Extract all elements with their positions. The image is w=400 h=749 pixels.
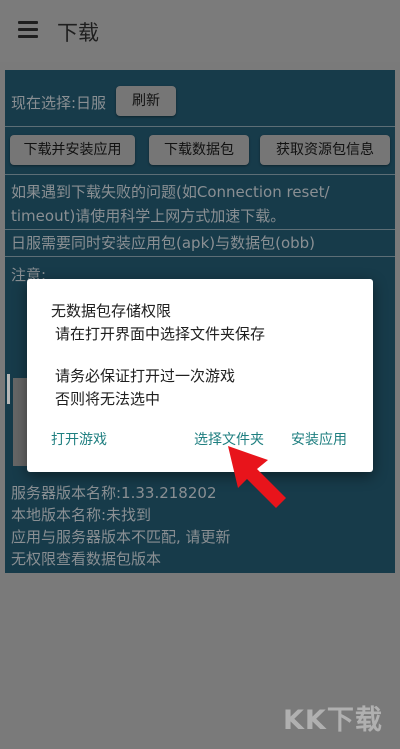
divider [5,126,395,127]
download-data-button[interactable]: 下载数据包 [149,135,249,165]
download-install-app-button[interactable]: 下载并安装应用 [10,135,135,165]
dialog-title: 无数据包存储权限 [51,302,172,320]
red-arrow-icon [228,446,286,508]
permission-dialog: 无数据包存储权限 请在打开界面中选择文件夹保存 请务必保证打开过一次游戏 否则将… [27,279,373,472]
menu-icon[interactable] [18,21,38,39]
selection-label: 现在选择:日服 [11,94,107,112]
dialog-message-2: 请务必保证打开过一次游戏 [55,367,236,385]
divider [5,229,395,230]
scrollbar[interactable] [7,374,10,404]
page-title: 下载 [57,21,99,45]
jp-server-note: 日服需要同时安装应用包(apk)与数据包(obb) [11,234,316,252]
hint-line-1: 如果遇到下载失败的问题(如Connection reset/ [11,183,330,201]
refresh-button[interactable]: 刷新 [116,86,176,116]
open-game-button[interactable]: 打开游戏 [51,429,107,449]
divider [5,174,395,175]
local-version: 本地版本名称:未找到 [11,506,152,524]
version-mismatch: 应用与服务器版本不匹配, 请更新 [11,528,231,546]
server-version: 服务器版本名称:1.33.218202 [11,484,217,502]
resource-info-button[interactable]: 获取资源包信息 [260,135,390,165]
dialog-message-3: 否则将无法选中 [55,390,161,408]
app-bar: 下载 [0,0,400,62]
install-app-button[interactable]: 安装应用 [291,429,347,449]
watermark-logo: KK下载 [283,705,383,736]
no-permission-note: 无权限查看数据包版本 [11,550,162,568]
hint-line-2: timeout)请使用科学上网方式加速下载。 [11,207,286,225]
divider [5,256,395,257]
dialog-message-1: 请在打开界面中选择文件夹保存 [55,325,266,343]
